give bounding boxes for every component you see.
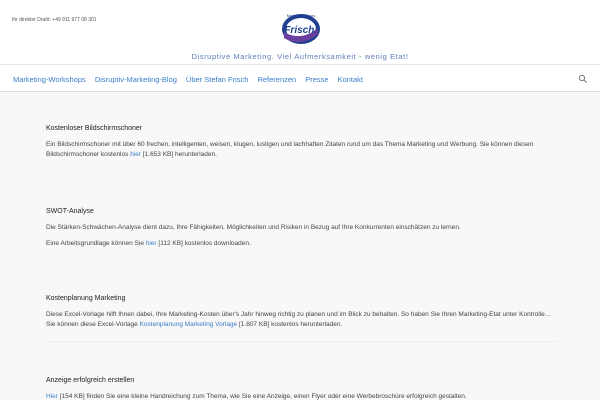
download-link[interactable]: Hier — [46, 393, 58, 400]
nav-item-about[interactable]: Über Stefan Frisch — [186, 75, 249, 84]
section-title: Kostenplanung Marketing — [46, 295, 126, 302]
nav-item-press[interactable]: Presse — [305, 75, 328, 84]
download-link[interactable]: Kostenplanung Marketing Vorlage — [140, 321, 238, 328]
section-advertisement: Anzeige erfolgreich erstellen Hier [154 … — [46, 377, 556, 400]
logo-top-text: Marketing-Tipps — [287, 13, 316, 18]
section-paragraph: Diese Excel-Vorlage hilft Ihnen dabei, I… — [46, 311, 552, 328]
section-cost-planning: Kostenplanung Marketing Diese Excel-Vorl… — [46, 295, 556, 336]
main-navigation: Marketing-Workshops Disruptiv-Marketing-… — [0, 64, 600, 92]
site-logo[interactable]: Marketing-Tipps Frisch! — [280, 8, 322, 48]
logo-brand-text: Frisch! — [284, 25, 318, 36]
section-paragraph: Eine Arbeitsgrundlage können Sie hier [1… — [46, 240, 251, 247]
nav-item-references[interactable]: Referenzen — [257, 75, 296, 84]
search-icon[interactable] — [578, 74, 588, 84]
section-paragraph: Die Stärken-Schwächen-Analyse dient dazu… — [46, 224, 461, 231]
section-title: Kostenloser Bildschirmschoner — [46, 125, 143, 132]
section-swot: SWOT-Analyse Die Stärken-Schwächen-Analy… — [46, 208, 556, 255]
section-divider — [46, 341, 556, 342]
section-paragraph: Ein Bildschirmschoner mit über 60 freche… — [46, 141, 534, 158]
contact-phone-line[interactable]: Ihr direkter Draht: +49 911 977 08 301 — [12, 17, 97, 23]
download-link[interactable]: hier — [130, 151, 141, 158]
nav-item-marketing-workshops[interactable]: Marketing-Workshops — [13, 75, 86, 84]
section-title: SWOT-Analyse — [46, 208, 94, 215]
nav-item-contact[interactable]: Kontakt — [338, 75, 363, 84]
main-content: Kostenloser Bildschirmschoner Ein Bildsc… — [0, 93, 600, 400]
site-tagline: Disruptive Marketing. Viel Aufmerksamkei… — [191, 52, 409, 61]
section-paragraph: Hier [154 KB] finden Sie eine kleine Han… — [46, 393, 467, 400]
nav-item-blog[interactable]: Disruptiv-Marketing-Blog — [95, 75, 177, 84]
section-screensaver: Kostenloser Bildschirmschoner Ein Bildsc… — [46, 125, 556, 166]
section-title: Anzeige erfolgreich erstellen — [46, 377, 135, 384]
nav-items: Marketing-Workshops Disruptiv-Marketing-… — [13, 65, 363, 93]
site-header: Ihr direkter Draht: +49 911 977 08 301 M… — [0, 0, 600, 64]
download-link[interactable]: hier — [146, 240, 157, 247]
